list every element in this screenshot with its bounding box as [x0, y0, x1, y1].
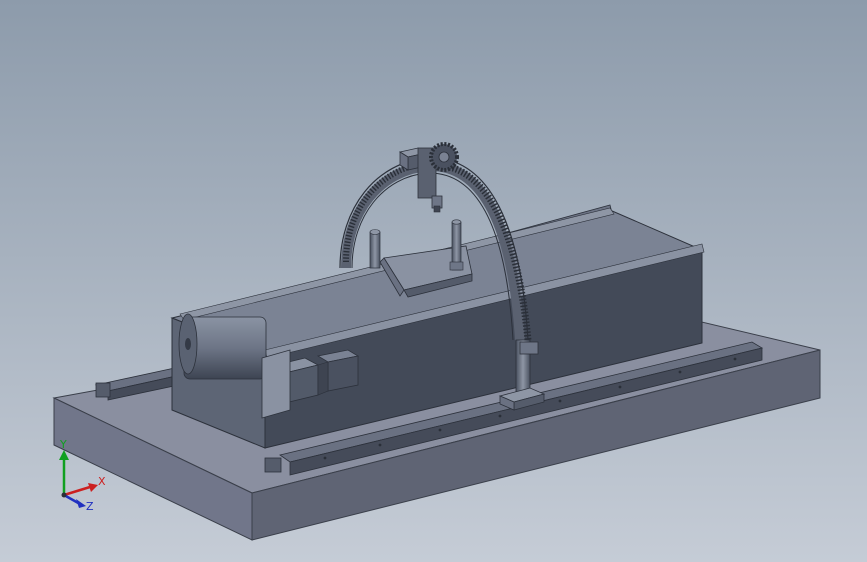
triad-origin — [61, 492, 67, 498]
fixture-pin-right-cap — [451, 219, 462, 225]
fixture-pin-right-base — [449, 261, 464, 271]
roller-drum-shaft — [185, 338, 191, 350]
triad-z-axis: Z — [63, 493, 94, 513]
conveyor-left-bracket[interactable] — [261, 349, 291, 419]
motor-body-front — [327, 355, 359, 392]
triad-y-label: Y — [59, 440, 67, 451]
bracket-plate — [261, 349, 291, 419]
triad-x-axis: X — [63, 475, 106, 497]
coordinate-triad: Y X Z — [59, 440, 106, 513]
fixture-pin-left — [369, 231, 381, 269]
arc-post-cap — [519, 341, 539, 355]
triad-y-axis: Y — [59, 440, 69, 495]
triad-x-label: X — [98, 475, 106, 488]
pinion-gear-hub — [438, 151, 450, 163]
triad-z-label: Z — [86, 500, 94, 513]
fixture-pin-left-cap — [369, 229, 381, 235]
tool-tip — [433, 205, 441, 213]
front-rack-rail-end-block — [264, 457, 282, 473]
roller-drum[interactable] — [178, 313, 267, 380]
cad-model-scene[interactable] — [0, 0, 867, 562]
back-rail-end-block — [95, 382, 111, 398]
motor-coupling — [317, 361, 329, 396]
graphics-viewport[interactable]: Y X Z — [0, 0, 867, 562]
